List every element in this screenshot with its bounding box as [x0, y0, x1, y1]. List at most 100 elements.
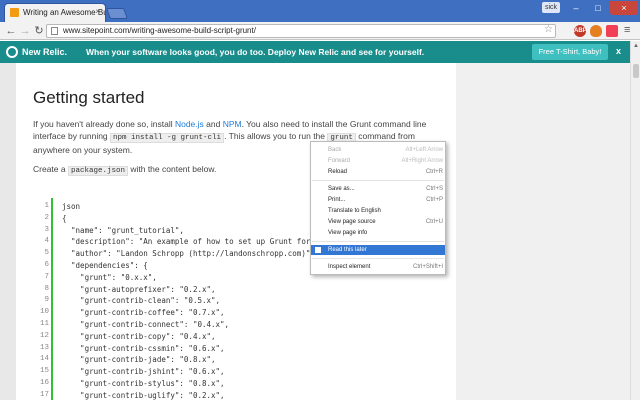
code-line: "grunt-contrib-clean": "0.5.x",	[62, 296, 221, 306]
line-number: 12	[39, 331, 49, 340]
menu-item-view-source[interactable]: View page source Ctrl+U	[311, 217, 445, 227]
page-icon	[51, 27, 58, 35]
text: Create a	[33, 164, 68, 174]
line-number: 15	[39, 367, 49, 376]
profile-badge[interactable]: sick	[542, 2, 560, 13]
scroll-thumb[interactable]	[633, 64, 639, 78]
sitepoint-favicon-icon	[10, 8, 19, 17]
menu-item-save-as[interactable]: Save as... Ctrl+S	[311, 184, 445, 194]
forward-icon[interactable]: →	[18, 24, 32, 38]
menu-label: View page source	[328, 219, 376, 225]
menu-separator	[312, 258, 444, 259]
menu-shortcut: Ctrl+P	[426, 197, 443, 203]
browser-tab[interactable]: Writing an Awesome Buil ×	[4, 3, 106, 22]
inline-code: package.json	[67, 166, 128, 176]
free-tshirt-button[interactable]: Free T-Shirt, Baby!	[532, 44, 608, 60]
menu-label: Forward	[328, 158, 351, 164]
sidebar	[456, 63, 630, 400]
back-icon[interactable]: ←	[4, 24, 18, 38]
line-number: 11	[39, 320, 49, 328]
line-number: 7	[44, 272, 49, 281]
new-tab-button[interactable]	[105, 8, 129, 19]
menu-label: Read this later	[328, 247, 367, 253]
line-number: 1	[44, 202, 49, 210]
line-number: 16	[39, 379, 49, 387]
flame-icon[interactable]	[590, 25, 602, 37]
code-line: {	[62, 213, 67, 223]
menu-label: Reload	[328, 169, 348, 175]
menu-item-read-later[interactable]: Read this later	[311, 245, 445, 255]
code-line: "grunt-contrib-connect": "0.4.x",	[62, 320, 230, 329]
url-text: www.sitepoint.com/writing-awesome-build-…	[63, 26, 256, 35]
code-line: json	[62, 202, 81, 211]
maximize-button[interactable]: □	[588, 1, 608, 15]
address-bar[interactable]: www.sitepoint.com/writing-awesome-build-…	[46, 24, 556, 38]
line-number: 6	[44, 261, 49, 269]
line-number: 14	[39, 355, 49, 364]
reload-icon[interactable]: ↻	[32, 24, 46, 38]
line-number: 10	[39, 308, 49, 317]
text: with the content below.	[127, 164, 217, 174]
menu-separator	[312, 241, 444, 242]
line-number: 2	[44, 213, 49, 222]
code-line: "author": "Landon Schropp (http://landon…	[62, 249, 315, 259]
ad-banner: New Relic. When your software looks good…	[0, 41, 630, 63]
code-line: "description": "An example of how to set…	[62, 237, 311, 247]
menu-item-print[interactable]: Print... Ctrl+P	[311, 195, 445, 205]
bookmark-star-icon[interactable]: ☆	[544, 24, 553, 35]
npm-link[interactable]: NPM	[223, 119, 242, 129]
menu-shortcut: Ctrl+Shift+I	[412, 264, 443, 270]
inline-code: npm install -g grunt-cli	[110, 133, 225, 143]
menu-item-page-info[interactable]: View page info	[311, 228, 445, 238]
browser-toolbar: ← → ↻ www.sitepoint.com/writing-awesome-…	[0, 22, 640, 40]
tab-strip: Writing an Awesome Buil × sick – □ ×	[0, 0, 640, 22]
text: . This allows you to run the	[224, 131, 328, 141]
line-number: 9	[44, 296, 49, 305]
menu-label: Back	[328, 147, 342, 153]
line-number: 5	[44, 249, 49, 258]
menu-label: Translate to English	[328, 208, 381, 214]
banner-brand: New Relic.	[22, 47, 68, 57]
line-number: 4	[44, 237, 49, 246]
code-line: "grunt-contrib-cssmin": "0.6.x",	[62, 343, 225, 353]
code-line: "grunt-autoprefixer": "0.2.x",	[62, 284, 216, 294]
menu-separator	[312, 180, 444, 181]
menu-item-reload[interactable]: Reload Ctrl+R	[311, 167, 445, 177]
scrollbar[interactable]: ▲	[630, 41, 640, 400]
menu-shortcut: Alt+Right Arrow	[401, 158, 443, 164]
chrome-menu-icon[interactable]: ≡	[624, 24, 630, 36]
tab-title: Writing an Awesome Buil	[23, 8, 106, 17]
code-line: "grunt": "0.x.x",	[62, 272, 157, 282]
pocket-icon	[315, 247, 321, 253]
scroll-up-icon[interactable]: ▲	[631, 41, 640, 51]
menu-item-translate[interactable]: Translate to English	[311, 206, 445, 216]
code-line: "name": "grunt_tutorial",	[62, 225, 184, 235]
menu-shortcut: Ctrl+S	[426, 186, 443, 192]
menu-shortcut: Alt+Left Arrow	[405, 147, 443, 153]
context-menu: Back Alt+Left Arrow Forward Alt+Right Arro…	[310, 141, 446, 275]
minimize-button[interactable]: –	[566, 1, 586, 15]
line-number: 13	[39, 343, 49, 352]
code-line: "grunt-contrib-stylus": "0.8.x",	[62, 379, 225, 388]
adblock-icon[interactable]: ABP	[574, 25, 587, 37]
line-number: 3	[44, 225, 49, 234]
menu-label: View page info	[328, 230, 368, 236]
code-line: "grunt-contrib-jshint": "0.6.x",	[62, 367, 225, 377]
menu-label: Save as...	[328, 186, 355, 192]
close-window-button[interactable]: ×	[610, 1, 638, 15]
menu-item-inspect[interactable]: Inspect element Ctrl+Shift+I	[311, 262, 445, 272]
section-heading: Getting started	[33, 88, 145, 107]
text: If you haven't already done so, install	[33, 119, 175, 129]
code-line: "dependencies": {	[62, 261, 148, 270]
text: and	[203, 119, 223, 129]
code-line: "grunt-contrib-uglify": "0.2.x",	[62, 390, 225, 400]
nodejs-link[interactable]: Node.js	[175, 119, 204, 129]
line-number: 8	[44, 284, 49, 293]
menu-label: Inspect element	[328, 264, 371, 270]
pocket-icon[interactable]	[606, 25, 618, 37]
menu-item-back[interactable]: Back Alt+Left Arrow	[311, 145, 445, 155]
menu-item-forward[interactable]: Forward Alt+Right Arrow	[311, 156, 445, 166]
banner-close-button[interactable]: x	[616, 46, 621, 56]
tab-close-icon[interactable]: ×	[95, 7, 100, 16]
code-line: "grunt-contrib-copy": "0.4.x",	[62, 331, 216, 341]
